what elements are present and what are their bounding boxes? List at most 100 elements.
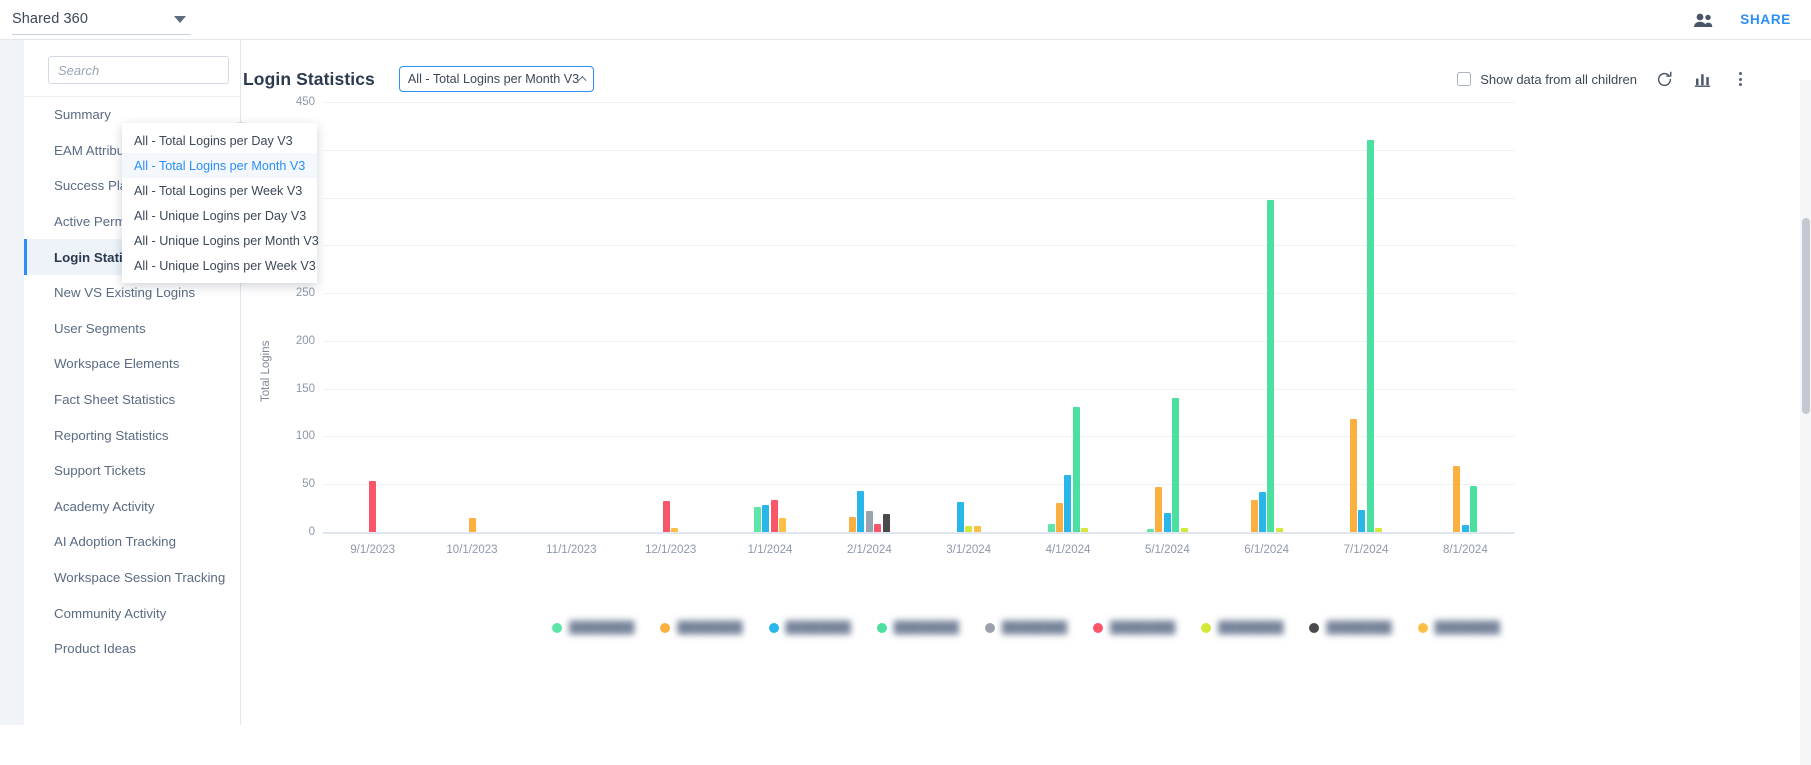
y-axis-tick: 100 — [295, 430, 315, 443]
chart-bar[interactable] — [857, 490, 865, 532]
people-icon[interactable] — [1692, 9, 1714, 31]
chart-bar[interactable] — [882, 513, 890, 532]
dropdown-option-4[interactable]: All - Unique Logins per Month V3 — [122, 228, 319, 253]
legend-item[interactable]: ████████ — [876, 622, 959, 634]
kebab-menu-icon[interactable] — [1729, 68, 1751, 90]
sidebar-item-support-tickets[interactable]: Support Tickets — [24, 453, 240, 489]
sidebar-item-academy-activity[interactable]: Academy Activity — [24, 489, 240, 525]
chart-bar[interactable] — [779, 517, 787, 532]
chart-bar[interactable] — [762, 505, 770, 532]
sidebar-item-reporting-statistics[interactable]: Reporting Statistics — [24, 417, 240, 453]
legend-item[interactable]: ████████ — [552, 622, 634, 634]
dropdown-option-5[interactable]: All - Unique Logins per Week V3 — [122, 253, 317, 278]
chart-bar[interactable] — [1453, 466, 1461, 532]
sidebar-item-workspace-session-tracking[interactable]: Workspace Session Tracking — [24, 560, 240, 596]
scrollbar-thumb[interactable] — [1802, 218, 1810, 414]
chart-bar[interactable] — [662, 501, 670, 532]
chart-bar[interactable] — [770, 500, 778, 532]
dropdown-option-0[interactable]: All - Total Logins per Day V3 — [122, 128, 317, 153]
chart-bar[interactable] — [468, 517, 476, 532]
chart-bar[interactable] — [1366, 140, 1374, 532]
bar-group — [468, 102, 476, 532]
x-axis-tick: 2/1/2024 — [846, 544, 892, 556]
bar-group — [753, 102, 787, 532]
sidebar-item-community-activity[interactable]: Community Activity — [24, 595, 240, 631]
legend-color-swatch — [1093, 623, 1104, 633]
chart-legend: ████████ ████████ ████████ ████████ ████████… — [241, 622, 1811, 634]
chart-bar[interactable] — [753, 507, 761, 532]
y-axis-tick: 250 — [295, 287, 315, 300]
workspace-selector[interactable]: Shared 360 — [12, 5, 190, 35]
dropdown-option-2[interactable]: All - Total Logins per Week V3 — [122, 178, 317, 203]
sidebar-item-ai-adoption-tracking[interactable]: AI Adoption Tracking — [24, 524, 240, 560]
refresh-icon[interactable] — [1653, 68, 1675, 90]
legend-item[interactable]: ████████ — [1417, 622, 1500, 634]
show-children-checkbox[interactable]: Show data from all children — [1457, 72, 1637, 87]
chart-bar[interactable] — [1163, 512, 1171, 532]
legend-color-swatch — [768, 623, 779, 633]
chart-bar[interactable] — [1056, 503, 1064, 532]
sidebar-item-user-segments[interactable]: User Segments — [24, 311, 240, 347]
view-selector[interactable]: All - Total Logins per Month V3 — [398, 66, 594, 92]
chart-bar[interactable] — [1358, 510, 1366, 532]
legend-item[interactable]: ████████ — [1093, 622, 1175, 634]
chart-bar[interactable] — [1250, 499, 1258, 532]
scrollbar-track[interactable] — [1800, 80, 1811, 765]
sidebar-item-fact-sheet-statistics[interactable]: Fact Sheet Statistics — [24, 382, 240, 418]
chart-bar[interactable] — [1155, 487, 1163, 532]
view-selector-dropdown[interactable]: All - Total Logins per Day V3 All - Total… — [122, 123, 319, 283]
bar-group — [956, 102, 981, 532]
legend-item[interactable]: ████████ — [1201, 622, 1283, 634]
chart-bar[interactable] — [1470, 486, 1478, 532]
legend-label: ████████ — [1001, 622, 1068, 634]
chart-bar[interactable] — [369, 481, 377, 532]
dropdown-option-1[interactable]: All - Total Logins per Month V3 — [122, 153, 317, 178]
y-axis-tick: 150 — [295, 382, 315, 395]
y-axis-tick: 50 — [302, 478, 315, 491]
chart-bar[interactable] — [1349, 419, 1357, 532]
chart-bar[interactable] — [849, 516, 857, 532]
legend-color-swatch — [1309, 623, 1320, 633]
caret-down-icon — [174, 15, 186, 23]
chart-bar[interactable] — [956, 502, 964, 532]
legend-item[interactable]: ████████ — [768, 622, 851, 634]
x-axis-tick: 4/1/2024 — [1045, 544, 1091, 556]
x-axis-tick: 6/1/2024 — [1244, 544, 1290, 556]
bar-chart-icon[interactable] — [1691, 68, 1713, 90]
legend-label: ████████ — [893, 622, 959, 634]
chart-bar[interactable] — [1267, 200, 1275, 532]
x-axis-tick: 3/1/2024 — [946, 544, 992, 556]
legend-item[interactable]: ████████ — [660, 622, 743, 634]
share-button[interactable]: SHARE — [1740, 12, 1791, 27]
chart-bar[interactable] — [1172, 398, 1180, 532]
show-children-label: Show data from all children — [1480, 71, 1637, 87]
sidebar-item-workspace-elements[interactable]: Workspace Elements — [24, 346, 240, 382]
bar-group — [1250, 102, 1283, 532]
chart-bar[interactable] — [1258, 491, 1266, 532]
chart-bar[interactable] — [874, 524, 882, 532]
chart-bar[interactable] — [1047, 524, 1055, 532]
legend-item[interactable]: ████████ — [984, 622, 1068, 634]
bar-group — [1349, 102, 1383, 532]
legend-color-swatch — [1201, 623, 1212, 633]
view-selector-value: All - Total Logins per Month V3 — [407, 72, 580, 86]
chart-bar[interactable] — [1461, 525, 1469, 532]
kebab-dot — [1738, 71, 1742, 75]
chart-area: Total Logins 450400350300250200150100500… — [241, 96, 1811, 662]
legend-item[interactable]: ████████ — [1309, 622, 1392, 634]
legend-label: ████████ — [569, 622, 635, 634]
x-axis-tick: 7/1/2024 — [1343, 544, 1389, 556]
dropdown-option-3[interactable]: All - Unique Logins per Day V3 — [122, 203, 317, 228]
x-axis-tick: 5/1/2024 — [1144, 544, 1190, 556]
chart-bar[interactable] — [1072, 406, 1080, 532]
legend-color-swatch — [1417, 623, 1428, 633]
top-bar-actions: SHARE — [1692, 9, 1791, 31]
legend-label: ████████ — [1218, 622, 1284, 634]
x-axis-tick: 11/1/2023 — [546, 544, 597, 556]
legend-color-swatch — [552, 623, 563, 633]
legend-color-swatch — [876, 623, 887, 633]
sidebar-item-product-ideas[interactable]: Product Ideas — [24, 631, 240, 667]
chart-bar[interactable] — [1064, 474, 1072, 532]
search-input[interactable] — [48, 56, 229, 84]
chart-bar[interactable] — [865, 510, 873, 532]
